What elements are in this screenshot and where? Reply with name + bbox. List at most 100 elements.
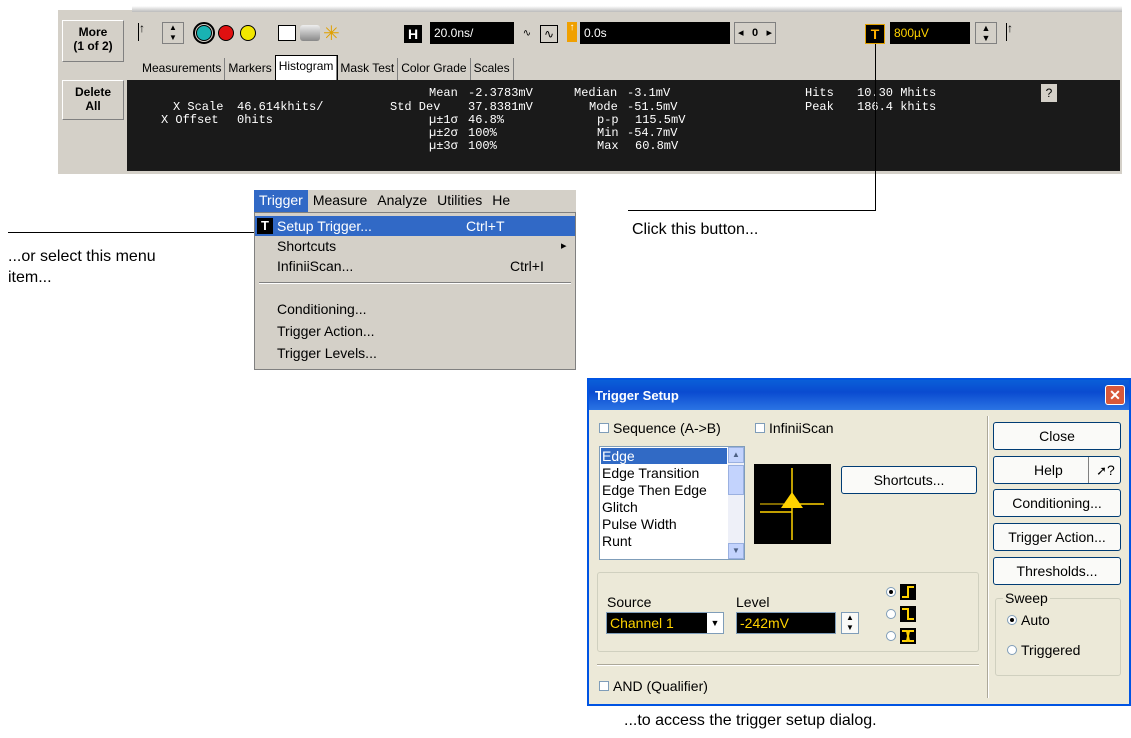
list-item[interactable]: Edge (601, 448, 727, 464)
source-select[interactable]: Channel 1 ▼ (606, 612, 724, 634)
infiniiscan-label: InfiniiScan... (277, 258, 354, 274)
trigger-level-spinner[interactable]: ▲ ▼ (975, 22, 997, 44)
trigger-setup-dialog: Trigger Setup ✕ Sequence (A->B) InfiniiS… (587, 378, 1131, 706)
scroll-up-icon: ▲ (169, 23, 177, 32)
list-item[interactable]: Edge Then Edge (601, 482, 727, 498)
thresholds-button[interactable]: Thresholds... (993, 557, 1121, 585)
nav-value: 0 (751, 27, 759, 39)
list-item[interactable]: Glitch (601, 499, 727, 515)
more-button-label: More (1 of 2) (73, 25, 113, 53)
x-offset-value: 0hits (237, 113, 274, 127)
either-edge-graphic (902, 630, 914, 642)
menu-annotation: ...or select this menu item... (8, 248, 156, 286)
mean-label: Mean (429, 86, 458, 100)
tab-scales[interactable]: Scales (470, 58, 514, 80)
max-value: 60.8mV (635, 139, 679, 153)
tab-color-grade[interactable]: Color Grade (398, 58, 471, 80)
sweep-group (995, 598, 1121, 676)
either-edge-radio[interactable] (886, 628, 916, 644)
infiniiscan-checkbox[interactable]: InfiniiScan (755, 420, 834, 436)
scroll-down-icon[interactable]: ▼ (728, 543, 744, 559)
level-field[interactable]: -242mV (736, 612, 836, 634)
tab-histogram[interactable]: Histogram (274, 55, 339, 81)
delay-nav[interactable]: ◂ 0 ▸ (734, 22, 776, 44)
edge-preview-graphic (760, 468, 824, 540)
and-qualifier-checkbox[interactable]: AND (Qualifier) (599, 678, 708, 694)
tab-measurements[interactable]: Measurements (139, 58, 226, 80)
infiniiscan-checkbox-box (755, 423, 765, 433)
falling-edge-radio[interactable] (886, 606, 916, 622)
hits-value: 10.30 Mhits (857, 86, 937, 100)
menu-item-setup-trigger[interactable]: T Setup Trigger... Ctrl+T (255, 216, 575, 236)
list-item[interactable]: Pulse Width (601, 516, 727, 532)
delete-all-button[interactable]: Delete All (62, 80, 124, 120)
sweep-triggered-label: Triggered (1021, 642, 1081, 658)
whats-this-icon[interactable]: ➚? (1088, 457, 1122, 483)
sequence-checkbox[interactable]: Sequence (A->B) (599, 420, 721, 436)
max-label: Max (597, 139, 619, 153)
list-item[interactable]: Edge Transition (601, 465, 727, 481)
menu-utilities[interactable]: Utilities (432, 190, 487, 212)
trigger-level-field[interactable]: 800µV (890, 22, 970, 44)
either-edge-icon (900, 628, 916, 644)
cursor-up-icon[interactable]: ↑ (138, 22, 150, 41)
conditioning-button[interactable]: Conditioning... (993, 489, 1121, 517)
readout-help-button[interactable]: ? (1041, 84, 1057, 102)
more-button[interactable]: More (1 of 2) (62, 20, 124, 62)
spin-up-icon: ▲ (981, 23, 991, 33)
trigger-action-button[interactable]: Trigger Action... (993, 523, 1121, 551)
tab-mask-test[interactable]: Mask Test (337, 58, 399, 80)
menu-trigger[interactable]: Trigger (254, 190, 308, 212)
menu-item-trigger-action[interactable]: Trigger Action... (255, 321, 575, 341)
waveform-small-icon[interactable]: ∿ (518, 25, 536, 43)
print-icon[interactable] (300, 25, 320, 41)
scroll-stepper[interactable]: ▲ ▼ (162, 22, 184, 44)
close-button[interactable]: Close (993, 422, 1121, 450)
list-item[interactable]: Runt (601, 533, 727, 549)
tab-markers[interactable]: Markers (225, 58, 276, 80)
trigger-type-list[interactable]: Edge Edge Transition Edge Then Edge Glit… (599, 446, 745, 560)
menu-analyze[interactable]: Analyze (372, 190, 432, 212)
submenu-arrow-icon: ▸ (561, 240, 567, 252)
trigger-icon-button[interactable]: T (865, 24, 885, 44)
sigma3-value: 100% (468, 139, 497, 153)
menu-measure[interactable]: Measure (308, 190, 372, 212)
and-qualifier-box (599, 681, 609, 691)
scroll-thumb[interactable] (728, 465, 744, 495)
channel-1-button[interactable] (193, 22, 215, 44)
level-spinner[interactable]: ▲ ▼ (841, 612, 859, 634)
print-screen-icon[interactable] (278, 25, 296, 41)
shortcuts-button[interactable]: Shortcuts... (841, 466, 977, 494)
menu-item-shortcuts[interactable]: Shortcuts ▸ (255, 236, 575, 256)
menu-help[interactable]: He (487, 190, 515, 212)
brightness-icon[interactable]: ✳ (323, 21, 340, 46)
peak-value: 186.4 khits (857, 100, 937, 114)
median-value: -3.1mV (627, 86, 671, 100)
close-icon[interactable]: ✕ (1105, 385, 1125, 405)
scroll-up-icon[interactable]: ▲ (728, 447, 744, 463)
list-scrollbar[interactable]: ▲ ▼ (728, 447, 744, 559)
menu-item-trigger-levels[interactable]: Trigger Levels... (255, 343, 575, 363)
dialog-title: Trigger Setup (595, 388, 679, 403)
rising-radio-dot (886, 587, 896, 597)
sweep-auto-radio[interactable]: Auto (1007, 612, 1050, 628)
rising-edge-radio[interactable] (886, 584, 916, 600)
setup-trigger-accel: Ctrl+T (466, 218, 505, 234)
menu-bar: Trigger Measure Analyze Utilities He (254, 190, 576, 212)
pointer-glyph: ➚ (1096, 463, 1108, 478)
horizontal-icon[interactable]: H (404, 25, 422, 43)
menu-item-infiniiscan[interactable]: InfiniiScan... Ctrl+I (255, 256, 575, 276)
chevron-down-icon[interactable]: ▼ (707, 613, 723, 633)
waveform-large-icon[interactable]: ∿ (540, 25, 558, 43)
dialog-divider (987, 416, 989, 698)
rising-edge-icon (900, 584, 916, 600)
menu-item-conditioning[interactable]: Conditioning... (255, 299, 575, 319)
button-annotation: Click this button... (632, 221, 759, 238)
delay-field[interactable]: 0.0s (580, 22, 730, 44)
help-button[interactable]: Help ➚? (993, 456, 1121, 484)
timebase-field[interactable]: 20.0ns/ (430, 22, 514, 44)
sweep-triggered-radio[interactable]: Triggered (1007, 642, 1080, 658)
channel-3-button[interactable] (240, 25, 256, 41)
and-qualifier-label: AND (Qualifier) (613, 678, 708, 694)
channel-2-button[interactable] (218, 25, 234, 41)
